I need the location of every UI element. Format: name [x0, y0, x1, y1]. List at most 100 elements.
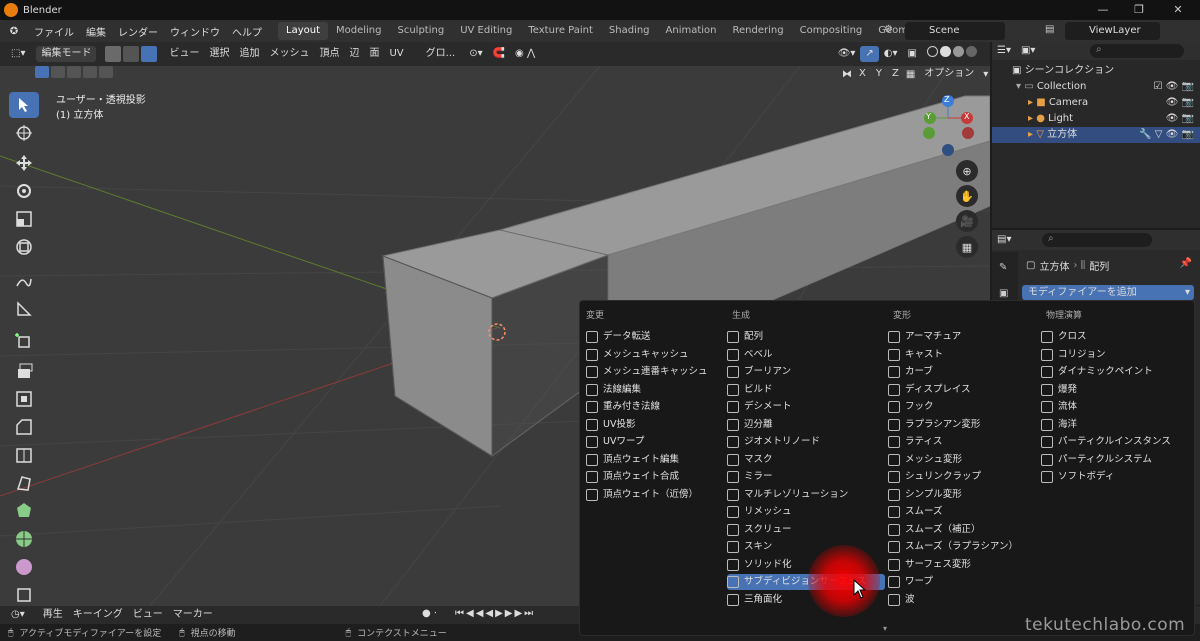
modifier-item-gen-3[interactable]: ビルド [727, 382, 873, 398]
tab-uv-editing[interactable]: UV Editing [452, 22, 520, 40]
display-mode-icon[interactable]: ▣▾ [1016, 43, 1040, 59]
menu-select[interactable]: 選択 [204, 46, 234, 62]
inset-tool-icon[interactable] [9, 386, 39, 412]
proportional-icon[interactable]: ◉ ⋀ [510, 46, 540, 62]
menu-window[interactable]: ウィンドウ [164, 24, 226, 39]
annotate-tool-icon[interactable] [9, 268, 39, 294]
menu-add[interactable]: 追加 [234, 46, 264, 62]
scene-collection-row[interactable]: ▣ シーンコレクション [992, 63, 1200, 79]
modifier-item-def-12[interactable]: スムーズ（ラプラシアン） [888, 539, 1034, 555]
transform-orientation[interactable]: グロ... [421, 46, 461, 62]
select-subtract-icon[interactable] [67, 66, 81, 78]
editor-type-icon[interactable]: ⬚▾ [6, 46, 30, 62]
tab-shading[interactable]: Shading [601, 22, 658, 40]
close-window-button[interactable]: ✕ [1160, 0, 1196, 20]
scale-tool-icon[interactable] [9, 206, 39, 232]
modifier-item-def-14[interactable]: ワープ [888, 574, 1034, 590]
tab-sculpting[interactable]: Sculpting [390, 22, 453, 40]
timeline-playback-menu[interactable]: 再生 [38, 607, 68, 623]
axis-x-toggle[interactable]: X [856, 66, 869, 82]
tab-texture-paint[interactable]: Texture Paint [520, 22, 601, 40]
rotate-tool-icon[interactable] [9, 178, 39, 204]
pivot-icon[interactable]: ⊙▾ [464, 46, 487, 62]
modifier-item-def-7[interactable]: メッシュ変形 [888, 452, 1034, 468]
modifier-item-edit-7[interactable]: 頂点ウェイト編集 [586, 452, 732, 468]
face-select-icon[interactable] [141, 46, 158, 62]
loop-cut-tool-icon[interactable] [9, 442, 39, 468]
tab-rendering[interactable]: Rendering [725, 22, 792, 40]
select-invert-icon[interactable] [83, 66, 97, 78]
measure-tool-icon[interactable] [9, 296, 39, 322]
modifier-item-edit-1[interactable]: メッシュキャッシュ [586, 347, 732, 363]
tab-animation[interactable]: Animation [658, 22, 725, 40]
timeline-keying-menu[interactable]: キーイング [68, 607, 128, 623]
zoom-icon[interactable]: ⊕ [956, 160, 978, 182]
outliner-item-camera[interactable]: ▸ ■ Camera 👁 📷 [992, 95, 1200, 111]
shading-icons[interactable] [922, 46, 982, 62]
modifier-item-def-10[interactable]: スムーズ [888, 504, 1034, 520]
select-new-icon[interactable] [35, 66, 49, 78]
tab-modeling[interactable]: Modeling [328, 22, 390, 40]
modifier-item-def-3[interactable]: ディスプレイス [888, 382, 1034, 398]
select-box-tool-icon[interactable] [9, 92, 39, 118]
tab-layout[interactable]: Layout [278, 22, 328, 40]
modifier-item-gen-4[interactable]: デシメート [727, 399, 873, 415]
outliner-search-input[interactable]: ⌕ [1090, 44, 1184, 58]
modifier-item-gen-0[interactable]: 配列 [727, 329, 873, 345]
visibility-icon[interactable]: 👁▾ [833, 46, 861, 62]
modifier-item-phy-8[interactable]: ソフトボディ [1041, 469, 1187, 485]
gizmo-y-label[interactable]: Y [926, 112, 931, 121]
bevel-tool-icon[interactable] [9, 414, 39, 440]
modifier-item-gen-8[interactable]: ミラー [727, 469, 873, 485]
gizmo-toggle-icon[interactable]: ↗ [860, 46, 879, 62]
extrude-tool-icon[interactable] [9, 358, 39, 384]
select-intersect-icon[interactable] [99, 66, 113, 78]
menu-view[interactable]: ビュー [164, 46, 204, 62]
collection-row[interactable]: ▾ ▭ Collection ☑ 👁 📷 [992, 79, 1200, 95]
modifier-item-def-1[interactable]: キャスト [888, 347, 1034, 363]
perspective-toggle-icon[interactable]: ▦ [956, 236, 978, 258]
outliner-item-cube[interactable]: ▸ ▽ 立方体 🔧 ▽ 👁 📷 [992, 127, 1200, 143]
scene-selector[interactable]: Scene [905, 22, 1005, 40]
modifier-item-edit-6[interactable]: UVワープ [586, 434, 732, 450]
cube-visibility-icons[interactable]: 🔧 ▽ 👁 📷 [1139, 127, 1194, 143]
maximize-button[interactable]: ❐ [1121, 0, 1157, 20]
menu-face[interactable]: 面 [364, 46, 384, 62]
mirror-icon[interactable]: ⧓ [842, 69, 852, 80]
overlay-icon[interactable]: ◐▾ [879, 46, 903, 62]
modifier-item-def-8[interactable]: シュリンクラップ [888, 469, 1034, 485]
menu-edge[interactable]: 辺 [344, 46, 364, 62]
properties-editor-icon[interactable]: ▤▾ [992, 232, 1016, 248]
modifier-item-edit-9[interactable]: 頂点ウェイト（近傍） [586, 487, 732, 503]
modifier-item-gen-5[interactable]: 辺分離 [727, 417, 873, 433]
timeline-editor-icon[interactable]: ◷▾ [6, 607, 30, 623]
mode-selector[interactable]: 編集モード [36, 46, 97, 62]
outliner-item-light[interactable]: ▸ ● Light 👁 📷 [992, 111, 1200, 127]
modifier-item-def-0[interactable]: アーマチュア [888, 329, 1034, 345]
smooth-tool-icon[interactable] [9, 554, 39, 580]
modifier-item-gen-9[interactable]: マルチレゾリューション [727, 487, 873, 503]
xray-icon[interactable]: ▣ [903, 46, 922, 62]
view-layer-selector[interactable]: ViewLayer [1065, 22, 1160, 40]
modifier-item-phy-6[interactable]: パーティクルインスタンス [1041, 434, 1187, 450]
modifier-item-def-13[interactable]: サーフェス変形 [888, 557, 1034, 573]
camera-visibility-icons[interactable]: 👁 📷 [1166, 95, 1194, 111]
modifier-item-gen-1[interactable]: ベベル [727, 347, 873, 363]
collection-visibility-icons[interactable]: ☑ 👁 📷 [1154, 79, 1194, 95]
modifier-item-phy-4[interactable]: 流体 [1041, 399, 1187, 415]
knife-tool-icon[interactable] [9, 470, 39, 496]
modifier-item-phy-1[interactable]: コリジョン [1041, 347, 1187, 363]
auto-merge-icon[interactable]: ▦ [906, 69, 915, 80]
gizmo-x-label[interactable]: X [964, 112, 969, 121]
modifier-item-def-2[interactable]: カーブ [888, 364, 1034, 380]
modifier-item-phy-3[interactable]: 爆発 [1041, 382, 1187, 398]
modifier-item-gen-6[interactable]: ジオメトリノード [727, 434, 873, 450]
modifier-item-edit-8[interactable]: 頂点ウェイト合成 [586, 469, 732, 485]
tab-compositing[interactable]: Compositing [792, 22, 871, 40]
menu-edit[interactable]: 編集 [80, 24, 112, 39]
light-visibility-icons[interactable]: 👁 📷 [1166, 111, 1194, 127]
modifier-item-gen-11[interactable]: スクリュー [727, 522, 873, 538]
modifier-item-edit-2[interactable]: メッシュ連番キャッシュ [586, 364, 732, 380]
modifier-item-phy-5[interactable]: 海洋 [1041, 417, 1187, 433]
modifier-item-def-15[interactable]: 波 [888, 592, 1034, 608]
